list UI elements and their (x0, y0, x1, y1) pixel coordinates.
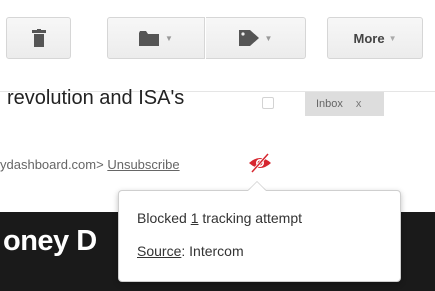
remove-label-button[interactable]: x (356, 98, 362, 110)
move-to-button[interactable]: ▼ (107, 17, 205, 59)
chevron-down-icon: ▼ (264, 33, 273, 43)
banner-text: oney D (3, 225, 97, 257)
blocked-summary: Blocked 1 tracking attempt (137, 210, 302, 226)
popup-arrow-inner (248, 182, 266, 191)
more-label: More (353, 30, 385, 46)
sender-address: ydashboard.com> (0, 157, 104, 172)
tracking-popup: Blocked 1 tracking attempt Source: Inter… (118, 190, 401, 282)
trash-icon (31, 29, 46, 47)
important-checkbox[interactable] (262, 97, 274, 109)
more-button[interactable]: More ▼ (327, 17, 423, 59)
source-value: : Intercom (181, 243, 244, 259)
label-chip-text: Inbox (316, 98, 343, 110)
folder-icon (139, 30, 160, 46)
sender-line: ydashboard.com> Unsubscribe (0, 157, 180, 172)
source-link[interactable]: Source (137, 243, 181, 259)
blocked-suffix: tracking attempt (202, 210, 302, 226)
chevron-down-icon: ▼ (165, 33, 173, 43)
toolbar: ▼ ▼ More ▼ (0, 0, 435, 92)
tag-icon (238, 30, 259, 46)
source-line: Source: Intercom (137, 243, 244, 259)
unsubscribe-link[interactable]: Unsubscribe (107, 157, 179, 172)
email-subject: revolution and ISA's (7, 87, 185, 109)
inbox-label-chip[interactable]: Inbox x (305, 92, 384, 116)
blocked-eye-icon[interactable] (247, 152, 273, 174)
delete-button[interactable] (6, 17, 71, 59)
blocked-count[interactable]: 1 (191, 210, 199, 226)
labels-button[interactable]: ▼ (206, 17, 306, 59)
blocked-prefix: Blocked (137, 210, 187, 226)
chevron-down-icon: ▼ (388, 33, 397, 43)
